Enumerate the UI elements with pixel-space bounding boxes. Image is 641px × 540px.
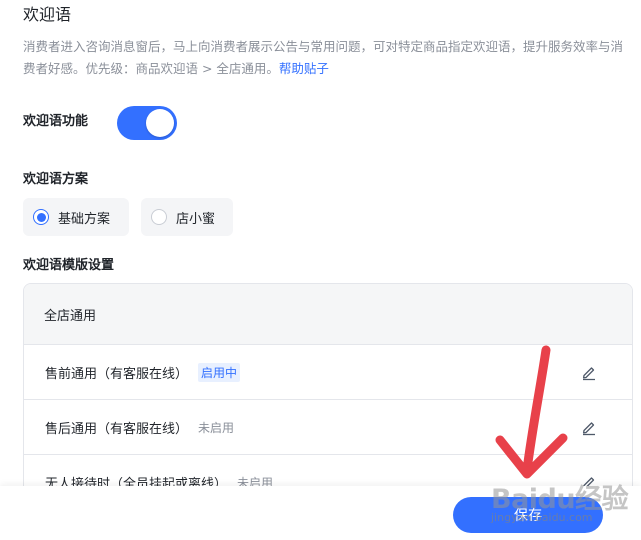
template-name: 售前通用（有客服在线） [45,366,189,382]
feature-label: 欢迎语功能 [23,114,89,129]
welcome-message-settings-page: 欢迎语 消费者进入咨询消息窗后，马上向消费者展示公告与常用问题，可对特定商品指定… [0,0,641,540]
scheme-option-xiaomi[interactable]: 店小蜜 [141,198,233,236]
page-description: 消费者进入咨询消息窗后，马上向消费者展示公告与常用问题，可对特定商品指定欢迎语，… [23,36,629,80]
edit-pencil-icon[interactable] [580,363,598,381]
scheme-option-label: 基础方案 [58,211,111,227]
radio-unchecked-icon [151,209,167,225]
welcome-feature-toggle[interactable] [117,106,177,140]
scheme-option-basic[interactable]: 基础方案 [23,198,129,236]
scheme-label: 欢迎语方案 [23,172,89,187]
edit-pencil-icon[interactable] [580,418,598,436]
scheme-option-label: 店小蜜 [176,211,216,227]
template-name: 售后通用（有客服在线） [45,421,189,437]
table-row: 售前通用（有客服在线） 启用中 [24,345,632,400]
table-row: 售后通用（有客服在线） 未启用 [24,400,632,455]
help-link[interactable]: 帮助贴子 [279,61,329,76]
status-badge: 启用中 [198,362,241,382]
group-title-text: 全店通用 [44,308,97,324]
toggle-knob [146,109,174,137]
page-title: 欢迎语 [23,5,72,24]
template-group-title: 全店通用 [24,284,632,345]
save-button[interactable]: 保存 [453,497,603,533]
radio-checked-icon [33,209,49,225]
templates-label: 欢迎语模版设置 [23,258,115,273]
status-badge: 未启用 [198,420,235,435]
